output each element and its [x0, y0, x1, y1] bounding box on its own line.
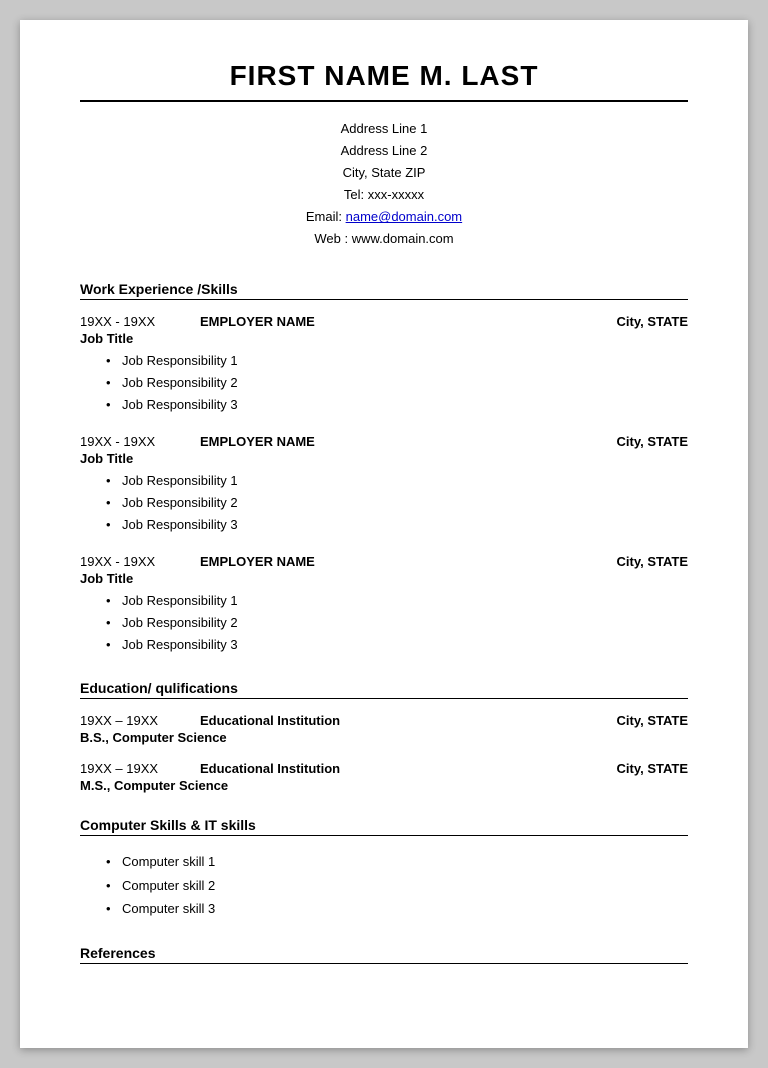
education-section: Education/ qulifications 19XX – 19XX Edu… — [80, 680, 688, 793]
list-item: Job Responsibility 2 — [110, 492, 688, 514]
job-title-1: Job Title — [80, 331, 688, 346]
job-responsibilities-1: Job Responsibility 1 Job Responsibility … — [80, 350, 688, 416]
computer-skills-section: Computer Skills & IT skills Computer ski… — [80, 817, 688, 920]
web-label: Web : — [314, 231, 348, 246]
city-state-zip: City, State ZIP — [80, 162, 688, 184]
web-value: www.domain.com — [352, 231, 454, 246]
edu-dates-2: 19XX – 19XX — [80, 761, 170, 776]
job-employer-2: EMPLOYER NAME — [200, 434, 315, 449]
edu-header-left-2: 19XX – 19XX Educational Institution — [80, 761, 340, 776]
list-item: Job Responsibility 1 — [110, 590, 688, 612]
work-experience-section: Work Experience /Skills 19XX - 19XX EMPL… — [80, 281, 688, 657]
job-entry-2: 19XX - 19XX EMPLOYER NAME City, STATE Jo… — [80, 434, 688, 536]
resume-page: FIRST NAME M. LAST Address Line 1 Addres… — [20, 20, 748, 1048]
job-employer-3: EMPLOYER NAME — [200, 554, 315, 569]
web-line: Web : www.domain.com — [80, 228, 688, 250]
list-item: Job Responsibility 1 — [110, 470, 688, 492]
job-responsibilities-2: Job Responsibility 1 Job Responsibility … — [80, 470, 688, 536]
edu-entry-1: 19XX – 19XX Educational Institution City… — [80, 713, 688, 745]
education-title: Education/ qulifications — [80, 680, 688, 699]
email-label: Email: — [306, 209, 342, 224]
job-employer-1: EMPLOYER NAME — [200, 314, 315, 329]
list-item: Job Responsibility 2 — [110, 372, 688, 394]
job-dates-3: 19XX - 19XX — [80, 554, 170, 569]
skills-list: Computer skill 1 Computer skill 2 Comput… — [80, 850, 688, 920]
address-line1: Address Line 1 — [80, 118, 688, 140]
job-location-3: City, STATE — [617, 554, 689, 569]
job-location-1: City, STATE — [617, 314, 689, 329]
list-item: Job Responsibility 1 — [110, 350, 688, 372]
edu-dates-1: 19XX – 19XX — [80, 713, 170, 728]
edu-location-1: City, STATE — [617, 713, 689, 728]
list-item: Computer skill 3 — [110, 897, 688, 920]
tel-value: xxx-xxxxx — [368, 187, 424, 202]
job-header-3: 19XX - 19XX EMPLOYER NAME City, STATE — [80, 554, 688, 569]
edu-header-1: 19XX – 19XX Educational Institution City… — [80, 713, 688, 728]
list-item: Computer skill 2 — [110, 874, 688, 897]
edu-entry-2: 19XX – 19XX Educational Institution City… — [80, 761, 688, 793]
references-title: References — [80, 945, 688, 964]
full-name: FIRST NAME M. LAST — [80, 60, 688, 102]
edu-degree-1: B.S., Computer Science — [80, 730, 688, 745]
list-item: Job Responsibility 3 — [110, 394, 688, 416]
job-entry-1: 19XX - 19XX EMPLOYER NAME City, STATE Jo… — [80, 314, 688, 416]
job-header-left-3: 19XX - 19XX EMPLOYER NAME — [80, 554, 315, 569]
job-header-left-1: 19XX - 19XX EMPLOYER NAME — [80, 314, 315, 329]
job-entry-3: 19XX - 19XX EMPLOYER NAME City, STATE Jo… — [80, 554, 688, 656]
job-header-1: 19XX - 19XX EMPLOYER NAME City, STATE — [80, 314, 688, 329]
job-dates-2: 19XX - 19XX — [80, 434, 170, 449]
job-location-2: City, STATE — [617, 434, 689, 449]
job-title-2: Job Title — [80, 451, 688, 466]
email-link[interactable]: name@domain.com — [346, 209, 463, 224]
job-responsibilities-3: Job Responsibility 1 Job Responsibility … — [80, 590, 688, 656]
work-experience-title: Work Experience /Skills — [80, 281, 688, 300]
computer-skills-title: Computer Skills & IT skills — [80, 817, 688, 836]
job-header-left-2: 19XX - 19XX EMPLOYER NAME — [80, 434, 315, 449]
edu-header-2: 19XX – 19XX Educational Institution City… — [80, 761, 688, 776]
contact-info: Address Line 1 Address Line 2 City, Stat… — [80, 118, 688, 251]
email-line: Email: name@domain.com — [80, 206, 688, 228]
list-item: Job Responsibility 3 — [110, 634, 688, 656]
address-line2: Address Line 2 — [80, 140, 688, 162]
references-section: References — [80, 945, 688, 964]
job-header-2: 19XX - 19XX EMPLOYER NAME City, STATE — [80, 434, 688, 449]
edu-degree-2: M.S., Computer Science — [80, 778, 688, 793]
edu-institution-1: Educational Institution — [200, 713, 340, 728]
edu-institution-2: Educational Institution — [200, 761, 340, 776]
list-item: Job Responsibility 3 — [110, 514, 688, 536]
list-item: Computer skill 1 — [110, 850, 688, 873]
tel-label: Tel: — [344, 187, 364, 202]
job-dates-1: 19XX - 19XX — [80, 314, 170, 329]
tel-line: Tel: xxx-xxxxx — [80, 184, 688, 206]
edu-location-2: City, STATE — [617, 761, 689, 776]
list-item: Job Responsibility 2 — [110, 612, 688, 634]
edu-header-left-1: 19XX – 19XX Educational Institution — [80, 713, 340, 728]
job-title-3: Job Title — [80, 571, 688, 586]
